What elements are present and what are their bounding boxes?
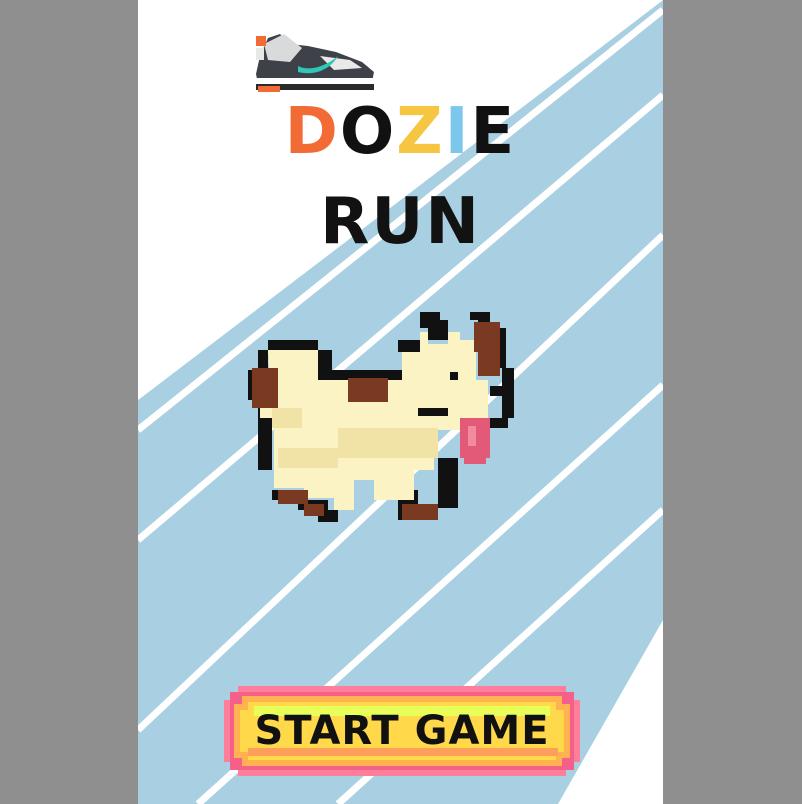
start-game-label: START GAME xyxy=(254,708,550,754)
title-letter-z: Z xyxy=(396,95,445,169)
start-game-button[interactable]: START GAME xyxy=(224,686,580,776)
game-screen: DOZIE RUN START GAME xyxy=(138,0,663,804)
sneaker-icon xyxy=(256,34,374,92)
title-letter-i: I xyxy=(444,95,471,169)
game-title-run: RUN xyxy=(320,185,481,259)
title-letter-d: D xyxy=(284,95,340,169)
pixel-dog-character xyxy=(248,312,514,522)
title-letter-o: O xyxy=(339,95,397,169)
game-title-dozie: DOZIE xyxy=(138,100,663,164)
title-letter-e: E xyxy=(470,95,517,169)
